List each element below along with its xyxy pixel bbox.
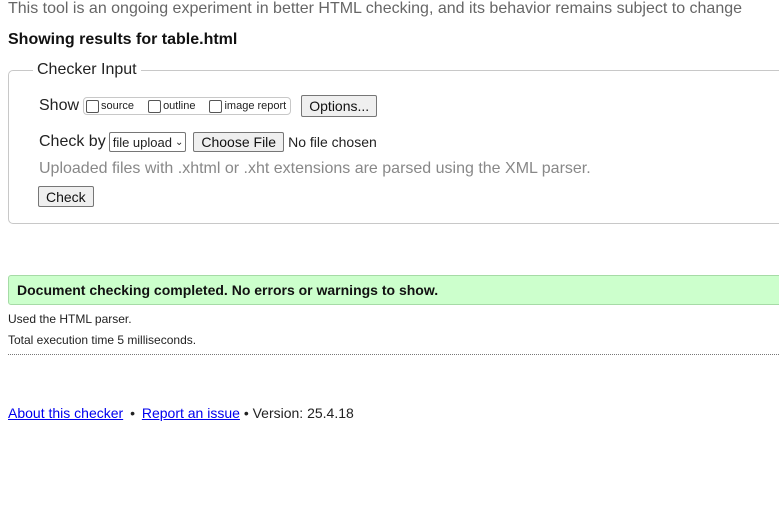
choose-file-button[interactable]: Choose File (193, 132, 285, 152)
report-issue-link[interactable]: Report an issue (142, 405, 240, 421)
footer: About this checker • Report an issue • V… (8, 405, 354, 421)
about-checker-link[interactable]: About this checker (8, 405, 123, 421)
image-report-checkbox[interactable] (209, 99, 223, 113)
check-button[interactable]: Check (38, 186, 94, 207)
success-message: Document checking completed. No errors o… (17, 282, 439, 298)
chevron-down-icon: ⌄ (174, 136, 184, 148)
check-by-selected-value: file upload (112, 134, 172, 150)
outline-checkbox[interactable] (148, 99, 162, 113)
outline-label: outline (163, 100, 196, 112)
check-by-label: Check by (39, 133, 106, 150)
execution-time: Total execution time 5 milliseconds. (8, 333, 197, 347)
results-title: Showing results for table.html (8, 31, 238, 48)
fieldset-legend: Checker Input (33, 61, 141, 79)
footer-separator: • (130, 405, 135, 421)
show-row: Show source outline image report Options… (39, 95, 378, 117)
dotted-divider (8, 354, 779, 355)
show-source-option[interactable]: source (86, 99, 135, 113)
intro-text: This tool is an ongoing experiment in be… (8, 0, 743, 17)
xml-parser-hint: Uploaded files with .xhtml or .xht exten… (39, 160, 591, 177)
checker-input-fieldset: Checker Input Show source outline image … (8, 61, 779, 224)
no-file-chosen-text: No file chosen (288, 134, 377, 150)
source-label: source (101, 100, 135, 112)
version-text: • Version: 25.4.18 (243, 405, 354, 421)
source-checkbox[interactable] (86, 99, 100, 113)
image-report-label: image report (224, 100, 287, 112)
show-image-report-option[interactable]: image report (209, 99, 287, 113)
parser-info: Used the HTML parser. (8, 312, 132, 326)
success-banner: Document checking completed. No errors o… (8, 275, 779, 305)
show-label: Show (39, 97, 80, 114)
check-by-select[interactable]: file upload ⌄ (108, 132, 187, 152)
check-by-row: Check by file upload ⌄ Choose File No fi… (39, 132, 377, 152)
show-outline-option[interactable]: outline (148, 99, 196, 113)
show-options-group: source outline image report (83, 97, 292, 115)
options-button[interactable]: Options... (301, 95, 378, 117)
